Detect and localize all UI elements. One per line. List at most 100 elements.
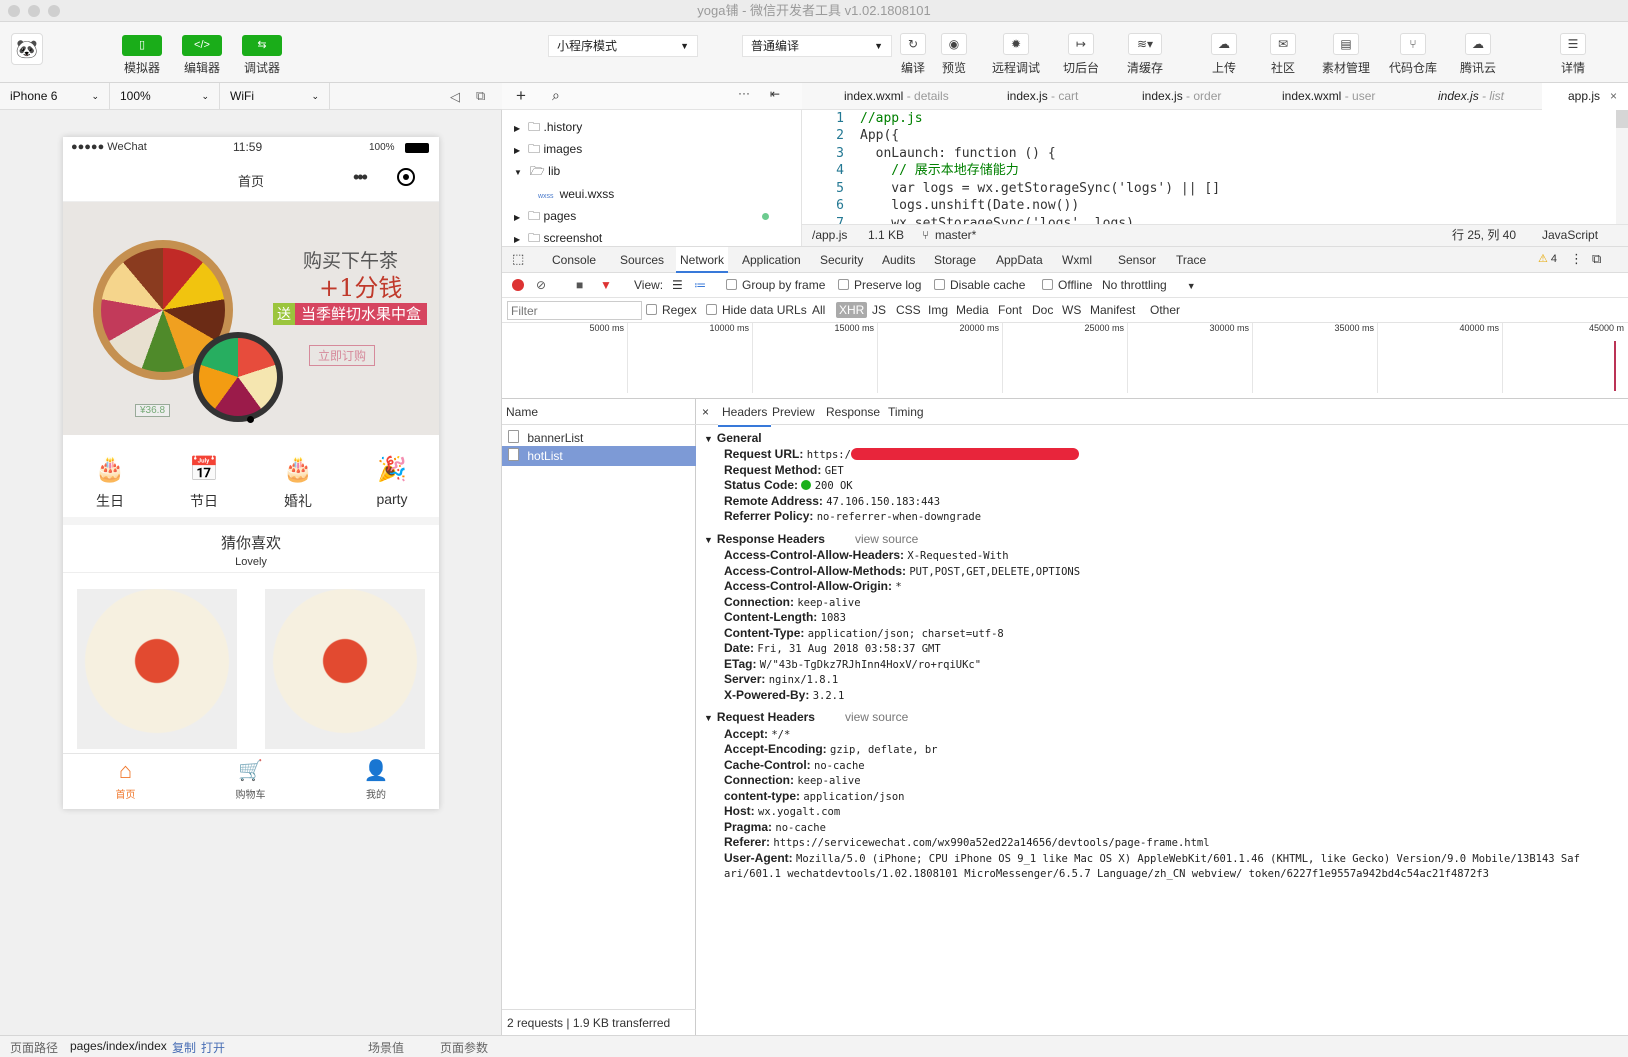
filter-manifest[interactable]: Manifest	[1090, 298, 1135, 322]
category-party[interactable]: 🎉 party	[345, 435, 439, 517]
network-select[interactable]: WiFi ⌄	[220, 83, 330, 110]
tab-me[interactable]: 👤 我的	[313, 754, 439, 809]
tab-wxml[interactable]: Wxml	[1062, 247, 1092, 273]
tab-trace[interactable]: Trace	[1176, 247, 1206, 273]
collapse-icon[interactable]: ⇤	[770, 87, 780, 101]
tab-index-js-order[interactable]: index.js - order	[1142, 83, 1221, 110]
minimize-window-button[interactable]	[28, 5, 40, 17]
filter-font[interactable]: Font	[998, 298, 1022, 322]
request-headers-toggle[interactable]: ▼ Request Headers view source	[704, 709, 908, 725]
category-birthday[interactable]: 🎂 生日	[63, 435, 157, 517]
tab-network[interactable]: Network	[676, 247, 729, 273]
close-icon[interactable]: ×	[1610, 83, 1617, 110]
tab-sensor[interactable]: Sensor	[1118, 247, 1156, 273]
zoom-window-button[interactable]	[48, 5, 60, 17]
more-icon[interactable]: •••	[353, 167, 368, 188]
compile-select[interactable]: 普通编译 ▼	[742, 35, 892, 57]
tab-sources[interactable]: Sources	[620, 247, 664, 273]
tab-index-js-list[interactable]: index.js - list	[1438, 83, 1504, 110]
close-circle-icon[interactable]	[397, 168, 415, 186]
network-overview[interactable]: 5000 ms 10000 ms 15000 ms 20000 ms 25000…	[502, 323, 1628, 399]
eye-icon[interactable]: ◉	[941, 33, 967, 55]
general-section-toggle[interactable]: ▼ General	[704, 430, 762, 446]
product-image[interactable]	[77, 589, 237, 749]
simulator-toggle-button[interactable]: ▯	[122, 35, 162, 56]
filter-css[interactable]: CSS	[896, 298, 921, 322]
tab-application[interactable]: Application	[742, 247, 801, 273]
tab-index-js-cart[interactable]: index.js - cart	[1007, 83, 1078, 110]
inspect-icon[interactable]: ⬚	[512, 251, 524, 267]
filter-xhr[interactable]: XHR	[836, 302, 868, 318]
cloud-icon[interactable]: ☁	[1465, 33, 1491, 55]
device-select[interactable]: iPhone 6 ⌄	[0, 83, 110, 110]
refresh-icon[interactable]: ↻	[900, 33, 926, 55]
cursor-position[interactable]: 行 25, 列 40	[1452, 225, 1516, 246]
filter-js[interactable]: JS	[872, 298, 886, 322]
tab-security[interactable]: Security	[820, 247, 863, 273]
folder-pages[interactable]: ▶ 🗀 pages	[514, 205, 769, 227]
folder-images[interactable]: ▶ 🗀 images	[514, 138, 582, 160]
add-icon[interactable]: +	[516, 86, 526, 106]
tab-index-wxml-user[interactable]: index.wxml - user	[1282, 83, 1375, 110]
view-source-link[interactable]: view source	[855, 532, 918, 546]
filter-ws[interactable]: WS	[1062, 298, 1081, 322]
tab-cart[interactable]: 🛒 购物车	[188, 754, 313, 809]
assets-icon[interactable]: ▤	[1333, 33, 1359, 55]
debugger-toggle-button[interactable]: ⇆	[242, 35, 282, 56]
page-params-button[interactable]: 页面参数	[440, 1039, 488, 1056]
editor-scrollbar[interactable]	[1616, 110, 1628, 224]
regex-checkbox[interactable]: Regex	[646, 298, 697, 322]
product-image[interactable]	[265, 589, 425, 749]
language-mode[interactable]: JavaScript	[1542, 225, 1598, 246]
close-icon[interactable]: ×	[702, 399, 709, 425]
offline-checkbox[interactable]: Offline	[1042, 273, 1092, 297]
open-path-link[interactable]: 打开	[201, 1039, 225, 1056]
tab-preview[interactable]: Preview	[772, 399, 815, 425]
community-icon[interactable]: ✉	[1270, 33, 1296, 55]
list-view-icon[interactable]: ☰	[672, 273, 683, 297]
kebab-menu-icon[interactable]: ⋮	[1570, 251, 1583, 267]
code-editor[interactable]: 1//app.js 2 App({ 3 onLaunch: function ()…	[802, 110, 1628, 224]
repo-icon[interactable]: ⑂	[1400, 33, 1426, 55]
record-icon[interactable]	[512, 279, 524, 291]
group-by-frame-checkbox[interactable]: Group by frame	[726, 273, 825, 297]
clear-icon[interactable]: ⊘	[536, 273, 546, 297]
tab-console[interactable]: Console	[552, 247, 596, 273]
upload-cloud-icon[interactable]: ☁	[1211, 33, 1237, 55]
tab-response[interactable]: Response	[826, 399, 880, 425]
filter-doc[interactable]: Doc	[1032, 298, 1053, 322]
tab-storage[interactable]: Storage	[934, 247, 976, 273]
tab-timing[interactable]: Timing	[888, 399, 924, 425]
filter-other[interactable]: Other	[1150, 298, 1180, 322]
close-window-button[interactable]	[8, 5, 20, 17]
search-icon[interactable]: ⌕	[552, 87, 560, 104]
background-icon[interactable]: ↦	[1068, 33, 1094, 55]
folder-history[interactable]: ▶ 🗀 .history	[514, 116, 582, 138]
name-column-header[interactable]: Name	[502, 399, 696, 425]
zoom-select[interactable]: 100% ⌄	[110, 83, 220, 110]
undock-icon[interactable]: ⧉	[1592, 251, 1601, 267]
filter-input[interactable]	[507, 301, 642, 320]
menu-icon[interactable]: ☰	[1560, 33, 1586, 55]
filter-img[interactable]: Img	[928, 298, 948, 322]
mute-icon[interactable]: ◁	[450, 89, 460, 105]
tab-home[interactable]: ⌂ 首页	[63, 754, 188, 809]
banner-order-button[interactable]: 立即订购	[309, 345, 376, 366]
avatar[interactable]: 🐼	[11, 33, 43, 65]
hide-data-urls-checkbox[interactable]: Hide data URLs	[706, 298, 807, 322]
tab-headers[interactable]: Headers	[718, 399, 772, 427]
tab-audits[interactable]: Audits	[882, 247, 915, 273]
copy-path-link[interactable]: 复制	[172, 1039, 196, 1056]
preserve-log-checkbox[interactable]: Preserve log	[838, 273, 921, 297]
camera-icon[interactable]: ■	[576, 273, 583, 297]
scene-value-button[interactable]: 场景值	[368, 1039, 404, 1056]
tab-appdata[interactable]: AppData	[996, 247, 1043, 273]
throttling-select[interactable]: No throttling ▼	[1102, 273, 1196, 298]
folder-lib[interactable]: ▼ 🗁 lib	[514, 160, 560, 182]
filter-icon[interactable]: ▼	[600, 273, 612, 297]
category-festival[interactable]: 📅 节日	[157, 435, 251, 517]
detach-icon[interactable]: ⧉	[476, 88, 485, 104]
file-weui-wxss[interactable]: wxss weui.wxss	[538, 183, 614, 205]
warning-icon[interactable]: ⚠ 4	[1538, 252, 1557, 265]
filter-media[interactable]: Media	[956, 298, 989, 322]
